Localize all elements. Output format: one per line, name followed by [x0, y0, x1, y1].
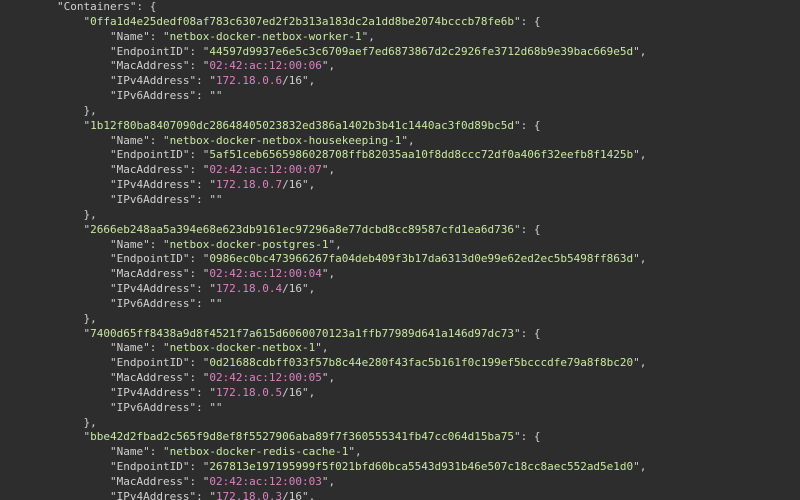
json-output: "Containers": { "0ffa1d4e25dedf08af783c6…: [0, 0, 800, 500]
